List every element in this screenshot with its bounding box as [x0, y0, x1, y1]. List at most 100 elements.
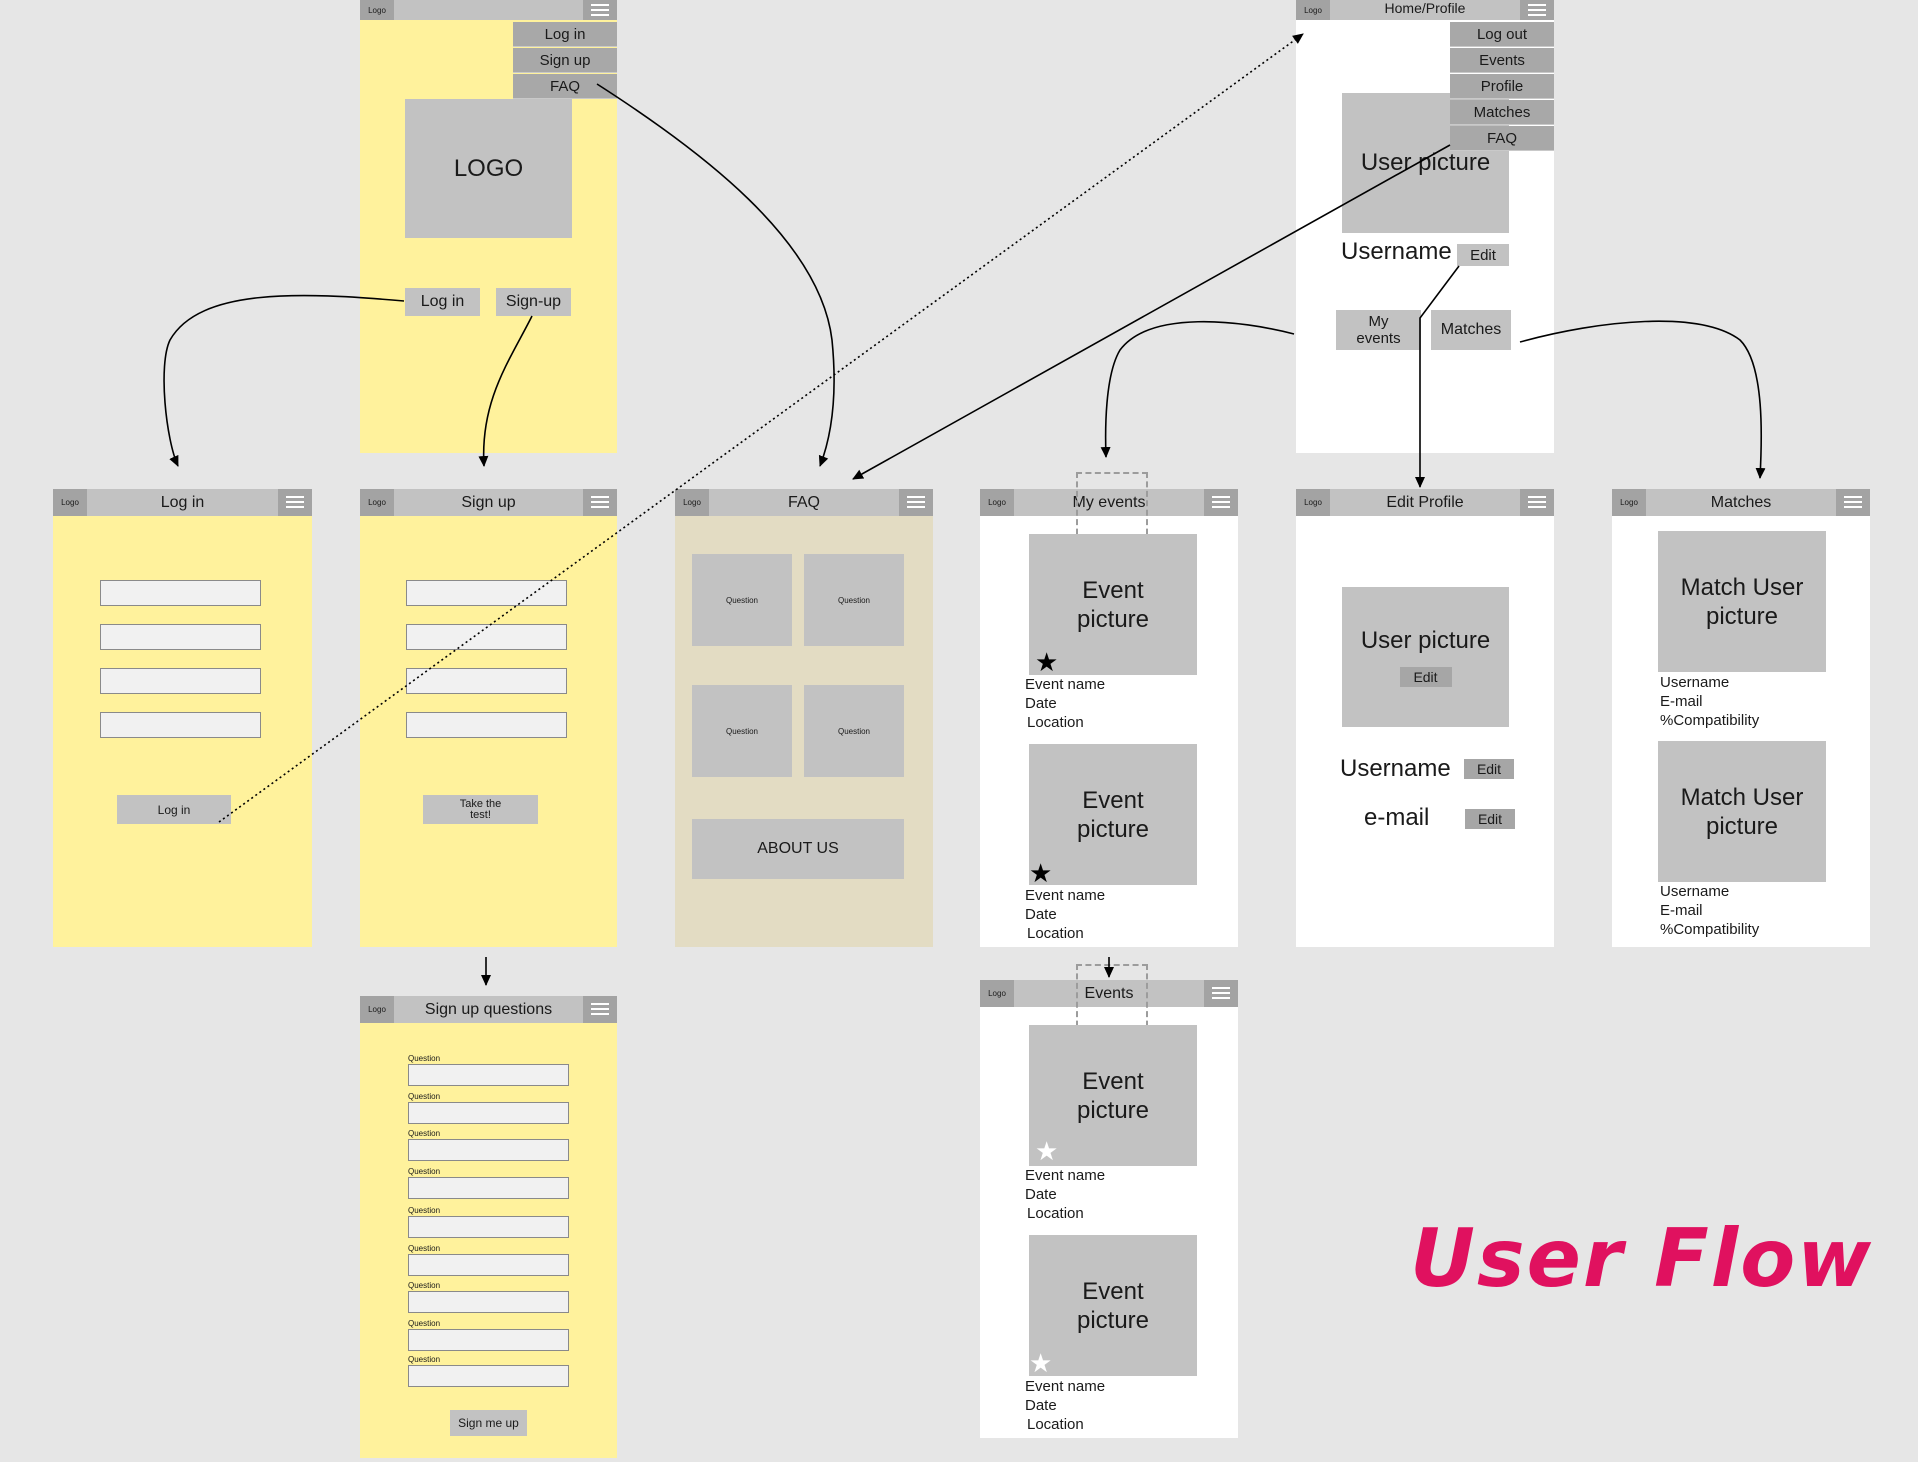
- picture-edit-button[interactable]: Edit: [1399, 667, 1452, 687]
- header-logo: Logo: [360, 996, 394, 1023]
- faq-header: Logo FAQ: [675, 489, 933, 516]
- login-field-1[interactable]: [100, 580, 261, 606]
- question-field[interactable]: [408, 1102, 569, 1124]
- signup-field-2[interactable]: [406, 624, 567, 650]
- hamburger-menu-icon[interactable]: [1520, 489, 1554, 516]
- hamburger-menu-icon[interactable]: [583, 996, 617, 1023]
- signup-field-4[interactable]: [406, 712, 567, 738]
- match-username: Username: [1660, 674, 1730, 691]
- home-profile-screen: Logo Home/Profile User picture Log out E…: [1296, 0, 1554, 453]
- login-field-2[interactable]: [100, 624, 261, 650]
- match-info: Username E-mail %Compatibility: [1660, 882, 1759, 939]
- signup-title: Sign up: [461, 493, 516, 511]
- question-field[interactable]: [408, 1365, 569, 1387]
- matches-title: Matches: [1710, 493, 1772, 511]
- home-menu-events[interactable]: Events: [1450, 48, 1554, 73]
- question-field[interactable]: [408, 1177, 569, 1199]
- login-title: Log in: [160, 493, 205, 511]
- home-menu-logout[interactable]: Log out: [1450, 22, 1554, 47]
- landing-signup-button[interactable]: Sign-up: [496, 288, 571, 316]
- match-email: E-mail: [1660, 902, 1703, 919]
- header-logo: Logo: [360, 489, 394, 516]
- signup-field-3[interactable]: [406, 668, 567, 694]
- landing-login-button[interactable]: Log in: [405, 288, 480, 316]
- signup-field-1[interactable]: [406, 580, 567, 606]
- match-picture[interactable]: Match User picture: [1658, 531, 1826, 672]
- home-menu-matches[interactable]: Matches: [1450, 100, 1554, 125]
- hamburger-menu-icon[interactable]: [1204, 980, 1238, 1007]
- hamburger-menu-icon[interactable]: [1520, 0, 1554, 20]
- home-menu-profile[interactable]: Profile: [1450, 74, 1554, 99]
- take-test-button[interactable]: Take the test!: [423, 795, 538, 824]
- event-location: Location: [1027, 925, 1084, 942]
- faq-question-4[interactable]: Question: [804, 685, 904, 777]
- faq-question-3[interactable]: Question: [692, 685, 792, 777]
- login-field-4[interactable]: [100, 712, 261, 738]
- event-name: Event name: [1025, 887, 1106, 904]
- header-logo: Logo: [675, 489, 709, 516]
- hamburger-menu-icon[interactable]: [1836, 489, 1870, 516]
- question-field[interactable]: [408, 1291, 569, 1313]
- sign-me-up-button[interactable]: Sign me up: [450, 1410, 527, 1436]
- question-field[interactable]: [408, 1329, 569, 1351]
- edit-profile-screen: Logo Edit Profile User picture Edit User…: [1296, 489, 1554, 947]
- header-logo: Logo: [1296, 489, 1330, 516]
- hamburger-menu-icon[interactable]: [583, 489, 617, 516]
- hamburger-menu-icon[interactable]: [1204, 489, 1238, 516]
- my-events-button[interactable]: My events: [1336, 310, 1421, 350]
- events-screen: Logo Events Event picture ★ Event name D…: [980, 964, 1238, 1438]
- home-header: Logo Home/Profile: [1296, 0, 1554, 20]
- home-edit-button[interactable]: Edit: [1457, 244, 1509, 266]
- edit-profile-header: Logo Edit Profile: [1296, 489, 1554, 516]
- question-label: Question: [408, 1129, 441, 1138]
- question-field[interactable]: [408, 1064, 569, 1086]
- match-compatibility: %Compatibility: [1660, 712, 1760, 729]
- match-picture[interactable]: Match User picture: [1658, 741, 1826, 882]
- faq-screen: Logo FAQ Question Question Question Ques…: [675, 489, 933, 947]
- star-outline-icon[interactable]: ★: [1029, 1350, 1052, 1376]
- question-label: Question: [408, 1355, 441, 1364]
- login-field-3[interactable]: [100, 668, 261, 694]
- match-email: E-mail: [1660, 693, 1703, 710]
- header-logo: Logo: [1612, 489, 1646, 516]
- faq-question-2[interactable]: Question: [804, 554, 904, 646]
- header-logo: Logo: [53, 489, 87, 516]
- star-outline-icon[interactable]: ★: [1035, 1138, 1058, 1164]
- header-logo: Logo: [360, 0, 394, 20]
- question-field[interactable]: [408, 1139, 569, 1161]
- event-location: Location: [1027, 1416, 1084, 1433]
- hamburger-menu-icon[interactable]: [583, 0, 617, 20]
- my-events-screen: Logo My events Event picture ★ Event nam…: [980, 472, 1238, 947]
- matches-button[interactable]: Matches: [1431, 310, 1511, 350]
- home-menu-faq[interactable]: FAQ: [1450, 126, 1554, 151]
- edit-username-label: Username: [1340, 755, 1451, 782]
- login-submit-button[interactable]: Log in: [117, 795, 231, 824]
- event-info: Event name Date Location: [1025, 1166, 1105, 1223]
- landing-menu-signup[interactable]: Sign up: [513, 48, 617, 73]
- about-us-button[interactable]: ABOUT US: [692, 819, 904, 879]
- question-label: Question: [408, 1054, 441, 1063]
- hamburger-menu-icon[interactable]: [278, 489, 312, 516]
- landing-menu-faq[interactable]: FAQ: [513, 74, 617, 99]
- star-filled-icon[interactable]: ★: [1029, 860, 1052, 886]
- event-info: Event name Date Location: [1025, 886, 1105, 943]
- star-filled-icon[interactable]: ★: [1035, 649, 1058, 675]
- signup-questions-title: Sign up questions: [424, 1000, 553, 1018]
- faq-title: FAQ: [787, 493, 820, 511]
- event-location: Location: [1027, 1205, 1084, 1222]
- header-logo: Logo: [980, 980, 1014, 1007]
- event-picture[interactable]: Event picture: [1029, 744, 1197, 885]
- header-logo: Logo: [980, 489, 1014, 516]
- question-label: Question: [408, 1319, 441, 1328]
- question-field[interactable]: [408, 1216, 569, 1238]
- match-compatibility: %Compatibility: [1660, 921, 1760, 938]
- email-edit-button[interactable]: Edit: [1465, 809, 1515, 829]
- arrow-my-events: [1100, 320, 1295, 458]
- event-info: Event name Date Location: [1025, 1377, 1105, 1434]
- username-edit-button[interactable]: Edit: [1464, 759, 1514, 779]
- faq-question-1[interactable]: Question: [692, 554, 792, 646]
- event-picture[interactable]: Event picture: [1029, 1235, 1197, 1376]
- landing-menu-login[interactable]: Log in: [513, 22, 617, 47]
- question-field[interactable]: [408, 1254, 569, 1276]
- hamburger-menu-icon[interactable]: [899, 489, 933, 516]
